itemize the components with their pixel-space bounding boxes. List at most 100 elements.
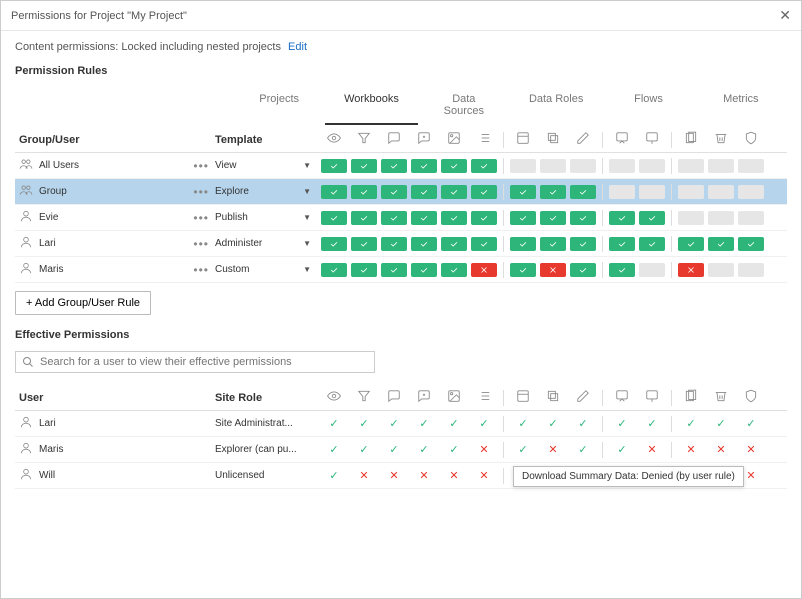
capability-cell[interactable] <box>738 211 764 225</box>
capability-cell[interactable] <box>678 263 704 277</box>
capability-cell[interactable] <box>321 263 347 277</box>
capability-cell[interactable] <box>609 211 635 225</box>
more-icon[interactable]: ••• <box>193 211 209 225</box>
capability-cell[interactable] <box>510 263 536 277</box>
tab-data-roles[interactable]: Data Roles <box>510 87 602 125</box>
template-select[interactable]: Custom▼ <box>215 264 321 275</box>
rule-row[interactable]: Lari•••Administer▼ <box>15 231 787 257</box>
capability-cell[interactable] <box>510 211 536 225</box>
rule-row[interactable]: All Users•••View▼ <box>15 153 787 179</box>
capability-cell[interactable] <box>639 185 665 199</box>
capability-cell[interactable] <box>441 263 467 277</box>
template-select[interactable]: Explore▼ <box>215 186 321 197</box>
close-icon[interactable]: ✕ <box>779 7 791 24</box>
capability-cell[interactable] <box>351 185 377 199</box>
capability-cell[interactable] <box>321 159 347 173</box>
capability-cell[interactable] <box>411 263 437 277</box>
capability-cell[interactable] <box>351 237 377 251</box>
effective-row[interactable]: WillUnlicensed✓✕✕✕✕✕✕✕✕✕✕✕✕✕Download Sum… <box>15 463 787 489</box>
capability-cell[interactable] <box>411 211 437 225</box>
more-icon[interactable]: ••• <box>193 185 209 199</box>
capability-cell[interactable] <box>381 237 407 251</box>
capability-cell[interactable] <box>639 237 665 251</box>
capability-cell[interactable] <box>510 237 536 251</box>
add-group-user-button[interactable]: + Add Group/User Rule <box>15 291 151 315</box>
effective-row[interactable]: MarisExplorer (can pu...✓✓✓✓✓✕✓✕✓✓✕✕✕✕ <box>15 437 787 463</box>
capability-cell[interactable] <box>708 159 734 173</box>
capability-cell[interactable] <box>609 237 635 251</box>
edit-link[interactable]: Edit <box>288 41 307 53</box>
capability-cell[interactable] <box>609 263 635 277</box>
capability-cell[interactable] <box>540 263 566 277</box>
capability-cell[interactable] <box>321 237 347 251</box>
capability-cell[interactable] <box>570 185 596 199</box>
capability-cell[interactable] <box>708 185 734 199</box>
capability-cell[interactable] <box>471 185 497 199</box>
capability-cell[interactable] <box>609 159 635 173</box>
capability-cell[interactable] <box>381 263 407 277</box>
capability-cell[interactable] <box>411 237 437 251</box>
capability-cell[interactable] <box>471 237 497 251</box>
capability-cell[interactable] <box>351 263 377 277</box>
tab-flows[interactable]: Flows <box>602 87 694 125</box>
capability-cell[interactable] <box>678 237 704 251</box>
template-select[interactable]: View▼ <box>215 160 321 171</box>
more-icon[interactable]: ••• <box>193 237 209 251</box>
capability-cell[interactable] <box>351 159 377 173</box>
capability-cell[interactable] <box>540 185 566 199</box>
capability-cell[interactable] <box>678 159 704 173</box>
capability-cell[interactable] <box>609 185 635 199</box>
capability-cell[interactable] <box>738 263 764 277</box>
capability-cell[interactable] <box>471 263 497 277</box>
capability-cell[interactable] <box>639 211 665 225</box>
capability-cell[interactable] <box>510 159 536 173</box>
template-select[interactable]: Publish▼ <box>215 212 321 223</box>
tab-metrics[interactable]: Metrics <box>695 87 787 125</box>
capability-cell[interactable] <box>540 159 566 173</box>
tab-projects[interactable]: Projects <box>233 87 325 125</box>
capability-cell[interactable] <box>678 185 704 199</box>
capability-cell[interactable] <box>708 263 734 277</box>
capability-cell[interactable] <box>381 159 407 173</box>
capability-cell[interactable] <box>321 211 347 225</box>
more-icon[interactable]: ••• <box>193 263 209 277</box>
capability-cell[interactable] <box>570 263 596 277</box>
capability-cell[interactable] <box>639 159 665 173</box>
effective-search-input[interactable] <box>40 356 368 368</box>
tab-workbooks[interactable]: Workbooks <box>325 87 417 125</box>
capability-cell[interactable] <box>570 211 596 225</box>
capability-cell[interactable] <box>441 159 467 173</box>
capability-cell[interactable] <box>441 237 467 251</box>
capability-cell[interactable] <box>411 185 437 199</box>
capability-cell[interactable] <box>351 211 377 225</box>
capability-cell[interactable] <box>708 237 734 251</box>
capability-cell[interactable] <box>540 237 566 251</box>
capability-cell[interactable] <box>738 237 764 251</box>
list-icon <box>471 131 497 148</box>
capability-cell[interactable] <box>738 185 764 199</box>
template-select[interactable]: Administer▼ <box>215 238 321 249</box>
more-icon[interactable]: ••• <box>193 159 209 173</box>
capability-cell[interactable] <box>411 159 437 173</box>
capability-cell[interactable] <box>738 159 764 173</box>
effective-search[interactable] <box>15 351 375 373</box>
effective-row[interactable]: LariSite Administrat...✓✓✓✓✓✓✓✓✓✓✓✓✓✓ <box>15 411 787 437</box>
capability-cell[interactable] <box>639 263 665 277</box>
capability-cell[interactable] <box>441 185 467 199</box>
capability-cell[interactable] <box>321 185 347 199</box>
capability-cell[interactable] <box>510 185 536 199</box>
capability-cell[interactable] <box>570 237 596 251</box>
capability-cell[interactable] <box>441 211 467 225</box>
capability-cell[interactable] <box>381 185 407 199</box>
rule-row[interactable]: Group•••Explore▼ <box>15 179 787 205</box>
capability-cell[interactable] <box>570 159 596 173</box>
capability-cell[interactable] <box>540 211 566 225</box>
capability-cell[interactable] <box>471 211 497 225</box>
capability-cell[interactable] <box>381 211 407 225</box>
capability-cell[interactable] <box>708 211 734 225</box>
capability-cell[interactable] <box>678 211 704 225</box>
rule-row[interactable]: Evie•••Publish▼ <box>15 205 787 231</box>
capability-cell[interactable] <box>471 159 497 173</box>
rule-row[interactable]: Maris•••Custom▼ <box>15 257 787 283</box>
tab-data-sources[interactable]: Data Sources <box>418 87 510 125</box>
